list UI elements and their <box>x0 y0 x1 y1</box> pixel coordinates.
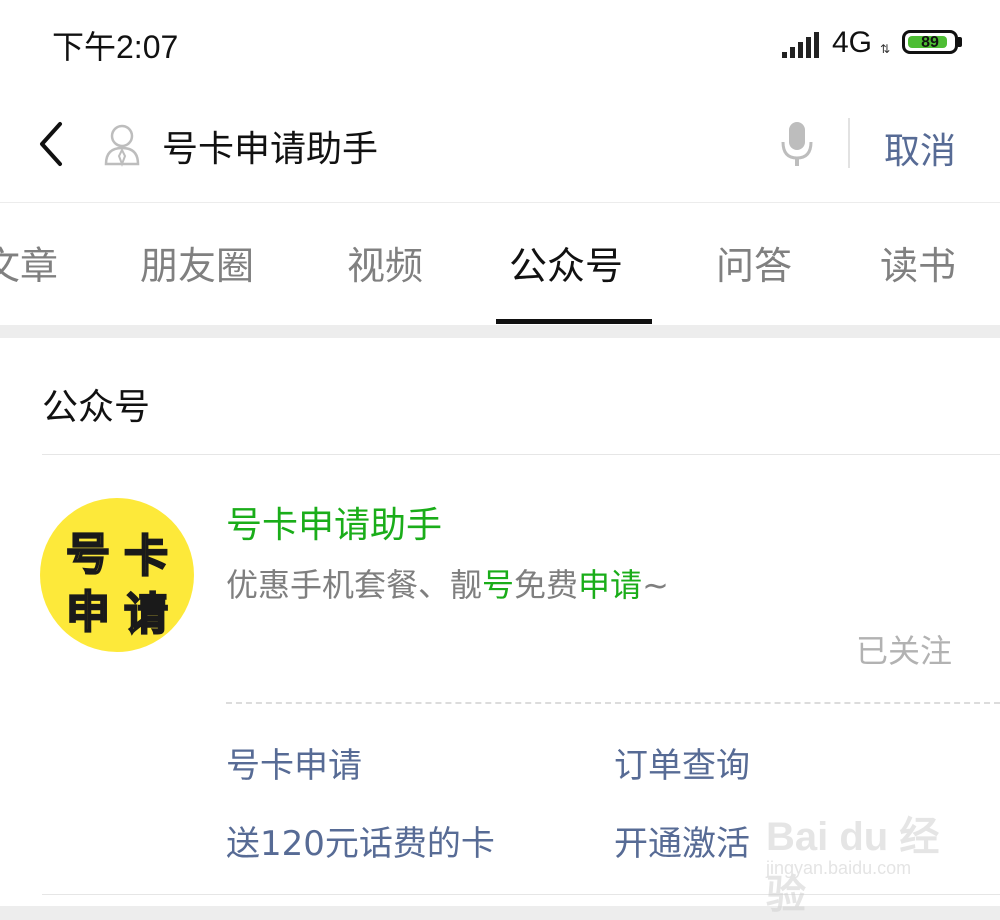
back-button[interactable] <box>30 116 70 172</box>
follow-status-label: 已关注 <box>856 632 953 670</box>
avatar[interactable]: 号 卡 申 请 <box>40 498 194 652</box>
section-divider <box>42 454 1000 455</box>
section-title: 公众号 <box>42 387 151 428</box>
network-type: 4G <box>832 26 873 59</box>
menu-item-free-credit-card[interactable]: 送120元话费的卡 <box>226 816 495 865</box>
avatar-char: 号 <box>65 528 111 581</box>
description-highlight: 申请 <box>578 566 643 604</box>
battery-level: 89 <box>921 34 939 51</box>
search-divider <box>848 118 850 168</box>
status-time: 下午2:07 <box>52 29 179 65</box>
menu-item-order-query[interactable]: 订单查询 <box>614 738 750 787</box>
account-name[interactable]: 号卡申请助手 <box>226 496 442 548</box>
battery-cap <box>958 37 962 47</box>
search-bar: 号卡申请助手 取消 <box>0 92 1000 202</box>
search-category-tabs: 文章 朋友圈 视频 公众号 问答 读书 <box>0 202 1000 325</box>
menu-divider <box>226 702 1000 704</box>
user-icon <box>100 120 144 168</box>
description-segment: 免费 <box>514 566 579 604</box>
description-segment: 优惠手机套餐、靓 <box>226 566 483 604</box>
tab-books[interactable]: 读书 <box>880 235 956 290</box>
avatar-char: 申 <box>65 586 111 639</box>
data-activity-icon: ⇅ <box>880 42 891 56</box>
menu-item-card-application[interactable]: 号卡申请 <box>226 738 362 787</box>
watermark-url: jingyan.baidu.com <box>766 858 912 878</box>
cancel-button[interactable]: 取消 <box>884 122 956 174</box>
signal-strength-icon <box>782 32 820 58</box>
tab-moments[interactable]: 朋友圈 <box>140 235 254 290</box>
active-tab-indicator <box>496 319 652 324</box>
tab-qa[interactable]: 问答 <box>716 235 792 290</box>
back-icon <box>40 122 62 166</box>
description-segment: ~ <box>642 566 669 604</box>
status-bar: 下午2:07 4G ⇅ 89 <box>0 0 1000 92</box>
microphone-button[interactable] <box>780 120 814 168</box>
avatar-char: 请 <box>123 588 169 641</box>
tab-official-accounts[interactable]: 公众号 <box>509 235 623 290</box>
battery-icon: 89 <box>902 30 958 54</box>
tab-articles[interactable]: 文章 <box>0 235 58 290</box>
account-description: 优惠手机套餐、靓号免费申请~ <box>226 560 669 606</box>
baidu-watermark: Bai du 经验 jingyan.baidu.com <box>766 798 956 917</box>
menu-item-activation[interactable]: 开通激活 <box>614 816 750 865</box>
description-highlight: 号 <box>482 566 515 604</box>
tab-videos[interactable]: 视频 <box>347 235 423 290</box>
avatar-char: 卡 <box>123 530 169 583</box>
microphone-icon <box>781 122 813 166</box>
search-input[interactable]: 号卡申请助手 <box>162 120 378 172</box>
